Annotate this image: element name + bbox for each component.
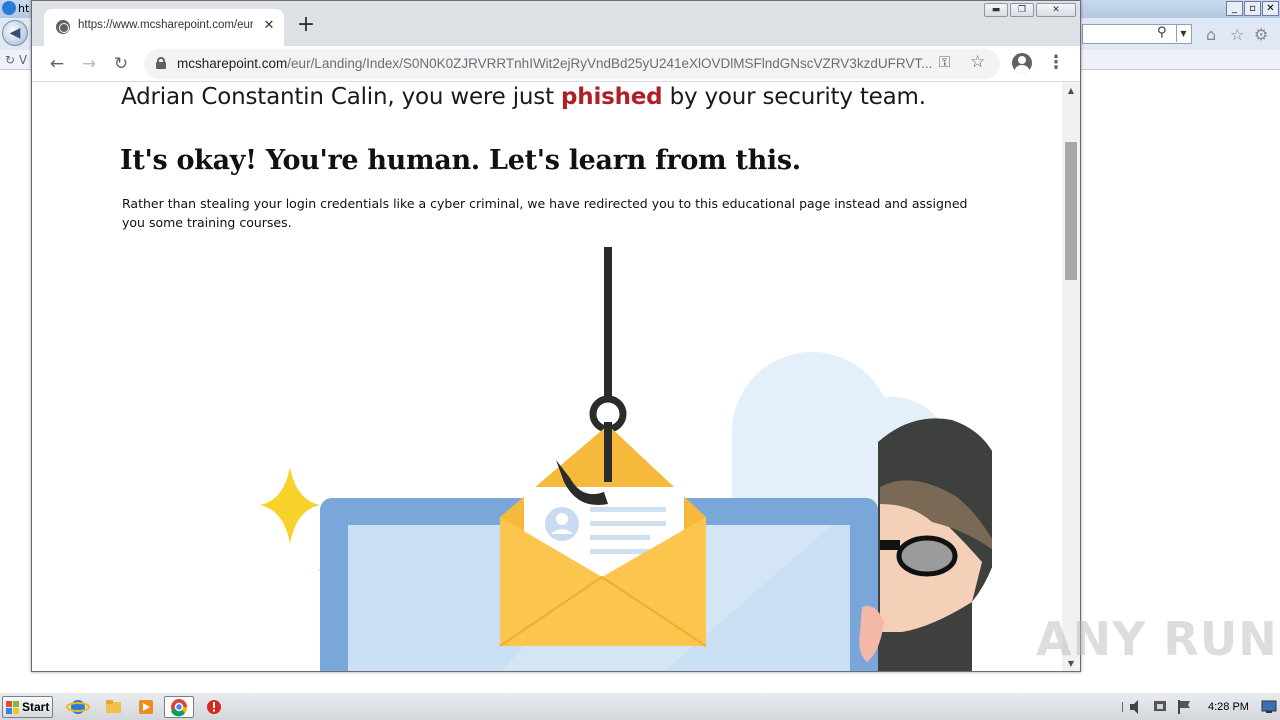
windows-logo-icon (6, 701, 19, 714)
start-button[interactable]: Start (2, 696, 53, 718)
loading-spinner-icon: ↻ V (5, 53, 28, 67)
browser-tab[interactable]: https://www.mcsharepoint.com/eur/ ✕ (44, 9, 284, 46)
internet-explorer-icon (66, 700, 90, 714)
url-text[interactable]: mcsharepoint.com/eur/Landing/Index/S0N0K… (177, 56, 937, 71)
star-icon[interactable]: ☆ (970, 52, 985, 72)
taskbar-stop-button[interactable] (199, 696, 229, 718)
key-icon[interactable]: ⚿ (939, 53, 950, 71)
sparkle-icon (260, 467, 320, 544)
url-path: /eur/Landing/Index/S0N0K0ZJRVRRTnhIWit2e… (287, 56, 933, 71)
lock-icon[interactable] (156, 57, 166, 69)
taskbar-chrome-button[interactable] (164, 696, 194, 718)
tab-title: https://www.mcsharepoint.com/eur/ (78, 19, 253, 31)
ie-title: ht (18, 2, 30, 15)
stop-icon (207, 700, 221, 714)
more-vert-icon[interactable]: ⋮ (1046, 52, 1066, 74)
chrome-restore-button[interactable]: ❐ (1010, 3, 1034, 17)
chrome-icon (171, 699, 188, 717)
url-host: mcsharepoint.com (177, 56, 288, 71)
ie-restore-button[interactable]: ▫ (1244, 1, 1261, 16)
taskbar-ie-button[interactable] (63, 696, 93, 718)
globe-icon (56, 20, 70, 34)
start-label: Start (22, 700, 50, 714)
ie-back-button[interactable]: ◀ (2, 20, 28, 46)
vertical-scrollbar[interactable]: ▲ ▼ (1062, 82, 1080, 671)
chrome-close-button[interactable]: ✕ (1036, 3, 1076, 17)
page-headline: Adrian Constantin Calin, you were just p… (121, 84, 926, 110)
browser-toolbar: ← → ↻ mcsharepoint.com/eur/Landing/Index… (32, 46, 1080, 82)
scrollbar-thumb[interactable] (1065, 142, 1077, 280)
phishing-illustration (260, 247, 992, 671)
address-bar[interactable]: mcsharepoint.com/eur/Landing/Index/S0N0K… (144, 49, 1000, 79)
ie-logo-icon (2, 1, 16, 15)
back-arrow-icon[interactable]: ← (44, 51, 70, 77)
reload-icon[interactable]: ↻ (108, 51, 134, 77)
anyrun-watermark: ANY RUN (1036, 612, 1278, 666)
hacker-figure (859, 418, 992, 671)
system-tray (1120, 693, 1280, 720)
taskbar-clock[interactable]: 4:28 PM (1208, 701, 1249, 713)
taskbar-explorer-button[interactable] (98, 696, 128, 718)
phished-highlight: phished (561, 84, 663, 110)
chrome-minimize-button[interactable]: ▬ (984, 3, 1008, 17)
new-tab-button[interactable]: + (294, 14, 318, 38)
fishing-line (604, 247, 612, 407)
tab-close-icon[interactable]: ✕ (260, 17, 278, 35)
home-icon[interactable]: ⌂ (1206, 25, 1216, 44)
ie-minimize-button[interactable]: _ (1226, 1, 1243, 16)
tab-strip: https://www.mcsharepoint.com/eur/ ✕ + ▬ … (32, 1, 1080, 46)
page-viewport: Adrian Constantin Calin, you were just p… (32, 82, 1062, 671)
ie-tab-label[interactable]: V (19, 53, 27, 67)
scroll-up-arrow-icon[interactable]: ▲ (1062, 82, 1080, 99)
show-desktop-icon[interactable] (1261, 700, 1277, 714)
ie-close-button[interactable]: ✕ (1262, 1, 1279, 16)
search-icon[interactable]: ⚲ (1157, 25, 1167, 40)
chrome-window: https://www.mcsharepoint.com/eur/ ✕ + ▬ … (31, 0, 1081, 672)
headline-text-end: by your security team. (662, 84, 926, 110)
account-icon[interactable] (1012, 53, 1032, 73)
tray-icons (1122, 700, 1190, 714)
page-body-text: Rather than stealing your login credenti… (122, 196, 968, 230)
page-subheading: It's okay! You're human. Let's learn fro… (120, 145, 801, 176)
favorites-star-icon[interactable]: ☆ (1230, 25, 1244, 44)
folder-icon (106, 700, 121, 713)
gear-icon[interactable]: ⚙ (1254, 25, 1268, 44)
headline-text: Adrian Constantin Calin, you were just (121, 84, 561, 110)
media-player-icon (139, 700, 153, 714)
taskbar-media-player-button[interactable] (131, 696, 161, 718)
forward-arrow-icon[interactable]: → (76, 51, 102, 77)
taskbar: Start 4:28 PM (0, 692, 1280, 720)
chevron-down-icon[interactable]: ▼ (1176, 25, 1190, 42)
